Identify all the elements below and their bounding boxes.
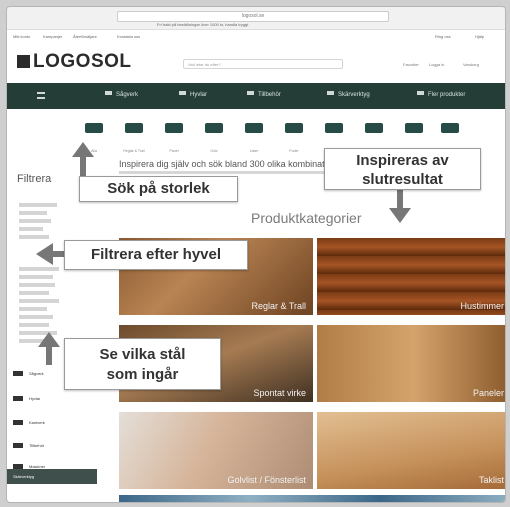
beam-icon (405, 123, 423, 133)
roof-icon (365, 123, 383, 133)
sidebar-item-planers[interactable]: Hyvlar (13, 396, 40, 401)
callout-steel-line2: som ingår (106, 366, 179, 383)
arrow-size-head (72, 142, 94, 157)
favorites-link[interactable]: Favoriter (403, 62, 419, 67)
all-sizes-icon (85, 123, 103, 133)
search-input[interactable]: Vad letar du efter? (183, 59, 343, 69)
login-link[interactable]: Logga in (429, 62, 444, 67)
panel-icon (165, 123, 183, 133)
arrow-inspire-stem (397, 190, 403, 210)
casing-icon (285, 123, 303, 133)
planer-icon (13, 396, 23, 401)
menu-icon[interactable] (37, 92, 45, 99)
filter-option[interactable] (19, 275, 53, 279)
callout-inspire-line1: Inspireras av (356, 152, 449, 169)
filter-option[interactable] (19, 211, 47, 215)
size-option-studs[interactable]: Reglar & Trall (115, 119, 153, 153)
category-tile-panels[interactable]: Paneler (317, 325, 505, 402)
arrow-filter-head (36, 243, 53, 265)
tile-label: Spontat virke (253, 388, 306, 398)
tile-label: Hustimmer (460, 301, 504, 311)
facade-icon (325, 123, 343, 133)
utility-link-dealers[interactable]: Återförsäljare (73, 34, 97, 39)
callout-size-search: Sök på storlek (79, 176, 238, 202)
tile-label: Taklist (478, 475, 504, 485)
category-tile-trim[interactable]: Golvlist / Fönsterlist (119, 412, 313, 489)
stud-icon (125, 123, 143, 133)
tile-label: Reglar & Trall (251, 301, 306, 311)
sidebar-item-accessories[interactable]: Tillbehör (13, 443, 44, 448)
filter-option[interactable] (19, 307, 47, 311)
arrow-inspire-head (389, 208, 411, 223)
filter-option[interactable] (19, 299, 59, 303)
tile-label: Paneler (472, 388, 504, 398)
accessory-icon (13, 443, 23, 448)
shipping-notice: Fri frakt på beställningar över 1000 kr,… (157, 22, 249, 27)
filter-sidebar: Filtrera (17, 157, 103, 502)
inspire-subline (119, 171, 329, 174)
logo-mark-icon (17, 55, 30, 68)
utility-link-contact[interactable]: Kontakta oss (117, 34, 140, 39)
browser-chrome: logosol.se Fri frakt på beställningar öv… (7, 7, 505, 30)
filter-option[interactable] (19, 235, 49, 239)
trim-icon (245, 123, 263, 133)
inspire-text: Inspirera dig själv och sök bland 300 ol… (119, 159, 345, 169)
logo[interactable]: LOGOSOL (17, 51, 132, 73)
filter-option[interactable] (19, 227, 43, 231)
saw-icon (13, 371, 23, 376)
cart-link[interactable]: Varukorg (463, 62, 479, 67)
main-nav: Sågverk Hyvlar Tillbehör Skärverktyg Fle… (7, 83, 505, 109)
utility-link-campaigns[interactable]: Kampanjer (43, 34, 62, 39)
sidebar-item-blades[interactable]: Skärverktyg (7, 469, 97, 484)
filter-option[interactable] (19, 283, 55, 287)
callout-filter-planer: Filtrera efter hyvel (64, 240, 248, 270)
filter-option[interactable] (19, 291, 49, 295)
category-tile-logs[interactable]: Hustimmer (317, 238, 505, 315)
address-bar[interactable]: logosol.se (117, 11, 389, 22)
callout-inspire-line2: slutresultat (362, 171, 443, 188)
edger-icon (13, 420, 23, 425)
size-option-casing[interactable]: Foder (275, 119, 313, 153)
size-option-panel[interactable]: Panel (155, 119, 193, 153)
utility-link-account[interactable]: Mitt konto (13, 34, 30, 39)
nav-item-sawmill[interactable]: Sågverk (105, 91, 138, 98)
category-tile-ceiling[interactable]: Taklist (317, 412, 505, 489)
filter-option[interactable] (19, 267, 59, 271)
accessory-icon (247, 91, 254, 95)
sidebar-item-edger[interactable]: Kantverk (13, 420, 45, 425)
blade-icon (327, 91, 334, 95)
nav-item-more[interactable]: Fler produkter (417, 91, 465, 98)
callout-steel-line1: Se vilka stål (99, 346, 186, 363)
arrow-steel-stem (46, 345, 52, 365)
filter-option[interactable] (19, 315, 53, 319)
sidebar-item-sawmill[interactable]: Sågverk (13, 371, 44, 376)
callout-steel: Se vilka stål som ingår (64, 338, 221, 390)
utility-bar: Mitt konto Kampanjer Återförsäljare Kont… (7, 30, 505, 44)
size-option-floor[interactable]: Golv (195, 119, 233, 153)
arrow-steel-head (38, 332, 60, 347)
filter-option[interactable] (19, 219, 51, 223)
floor-icon (205, 123, 223, 133)
filter-title: Filtrera (17, 173, 52, 185)
planer-icon (179, 91, 186, 95)
section-title: Produktkategorier (251, 210, 362, 226)
other-icon (441, 123, 459, 133)
utility-link-help[interactable]: Hjälp (475, 34, 484, 39)
nav-item-accessories[interactable]: Tillbehör (247, 91, 281, 98)
nav-item-planers[interactable]: Hyvlar (179, 91, 207, 98)
nav-item-blades[interactable]: Skärverktyg (327, 91, 370, 98)
tile-label: Golvlist / Fönsterlist (227, 475, 306, 485)
size-option-trim[interactable]: Lister (235, 119, 273, 153)
saw-icon (105, 91, 112, 95)
logo-text: LOGOSOL (33, 51, 132, 72)
filter-option[interactable] (19, 203, 57, 207)
utility-link-call[interactable]: Ring oss (435, 34, 451, 39)
more-tiles-strip (119, 495, 505, 502)
filter-option[interactable] (19, 323, 49, 327)
callout-inspire: Inspireras av slutresultat (324, 148, 481, 190)
more-icon (417, 91, 424, 95)
